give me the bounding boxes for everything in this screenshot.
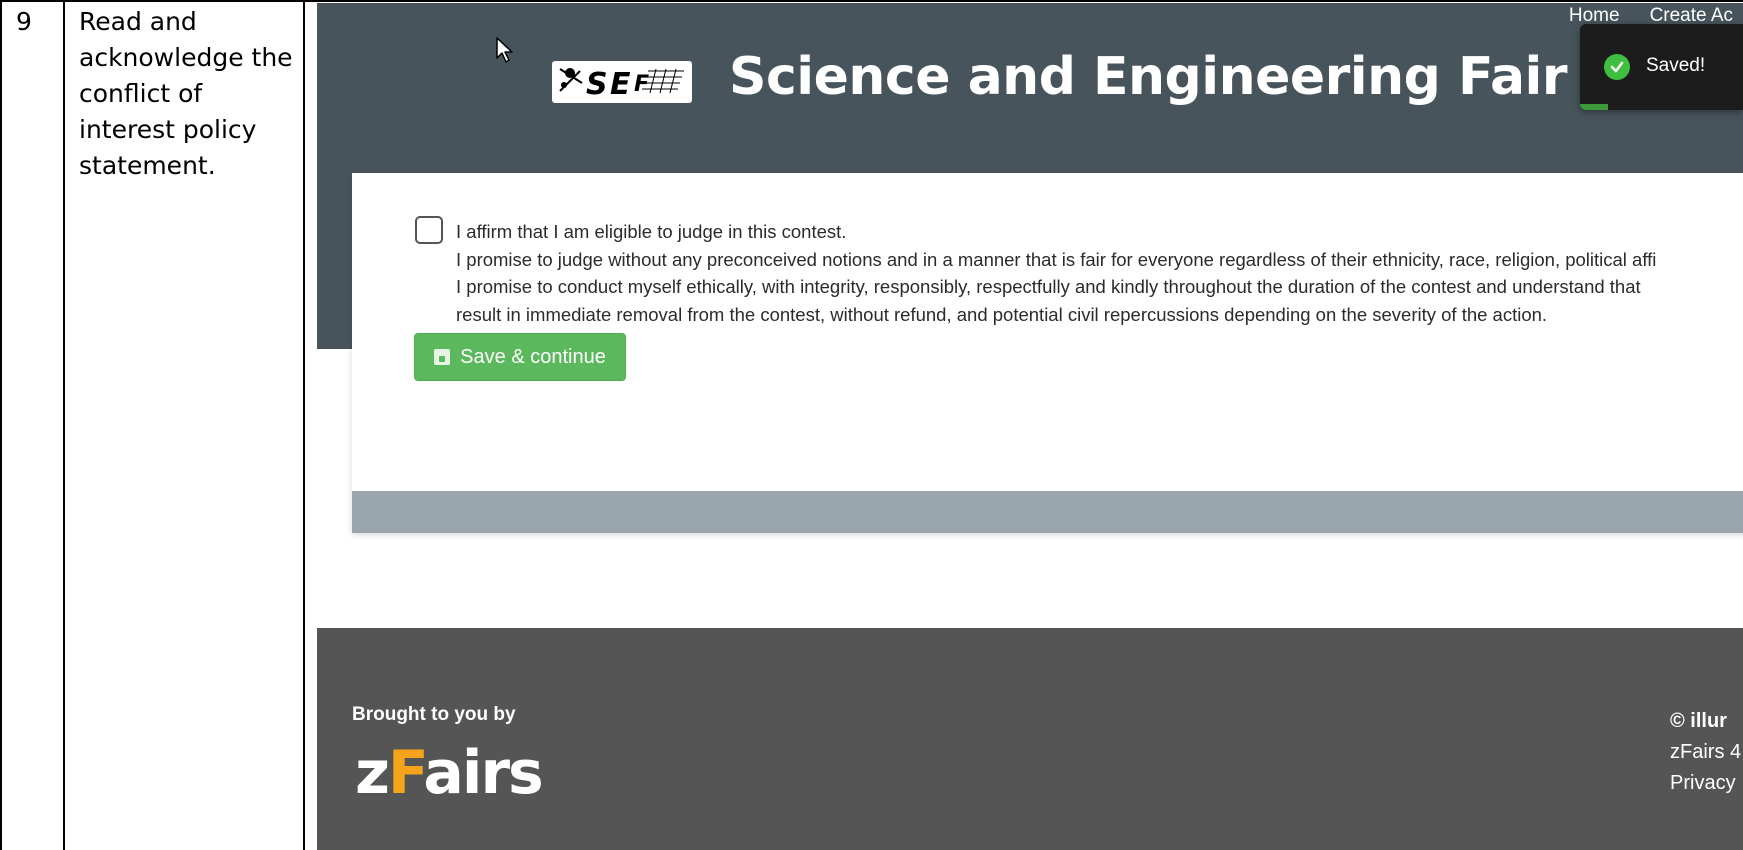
affirmation-line: I promise to judge without any preconcei… (456, 248, 1657, 270)
table-top-border (0, 0, 1743, 2)
svg-text:S: S (586, 67, 608, 102)
affirmation-text: I affirm that I am eligible to judge in … (456, 218, 1743, 328)
site-footer: Brought to you by zFairs © illur zFairs … (317, 628, 1743, 850)
table-column-divider (63, 0, 65, 850)
save-continue-button[interactable]: Save & continue (414, 333, 626, 381)
checkmark-icon (1604, 54, 1630, 80)
affirm-checkbox[interactable] (415, 216, 443, 244)
brought-by-label: Brought to you by (352, 704, 516, 725)
toast-progress-bar (1580, 104, 1608, 110)
svg-text:F: F (634, 72, 649, 97)
zfairs-logo-rest: airs (423, 738, 543, 808)
mouse-cursor-icon (496, 37, 513, 63)
copyright-text: © illur (1670, 710, 1727, 732)
zfairs-logo-f: F (387, 738, 426, 808)
step-number: 9 (16, 7, 32, 36)
step-description: Read and acknowledge the conflict of int… (79, 7, 293, 180)
table-column-divider (303, 0, 305, 850)
affirmation-line: I promise to conduct myself ethically, w… (456, 276, 1641, 297)
app-screenshot: Home Create Ac S E F Science and Enginee… (317, 3, 1743, 850)
floppy-disk-icon (434, 349, 451, 365)
card-footer (352, 491, 1743, 533)
fair-logo[interactable]: S E F (552, 61, 692, 103)
zfairs-logo[interactable]: zFairs (355, 738, 544, 808)
toast-message: Saved! (1646, 55, 1706, 76)
save-continue-label: Save & continue (460, 345, 606, 368)
table-left-border (0, 0, 2, 850)
saved-toast[interactable]: Saved! (1580, 24, 1743, 110)
affirmation-line: I affirm that I am eligible to judge in … (456, 221, 847, 242)
version-text: zFairs 4 (1670, 741, 1742, 763)
affirmation-line: result in immediate removal from the con… (456, 303, 1548, 325)
fair-logo-icon: S E F (559, 67, 684, 102)
zfairs-logo-z: z (355, 738, 390, 808)
privacy-link[interactable]: Privacy (1670, 768, 1741, 799)
affirmation-card: I affirm that I am eligible to judge in … (352, 173, 1743, 533)
svg-text:E: E (610, 67, 631, 102)
footer-info: © illur zFairs 4 Privacy (1670, 706, 1741, 799)
